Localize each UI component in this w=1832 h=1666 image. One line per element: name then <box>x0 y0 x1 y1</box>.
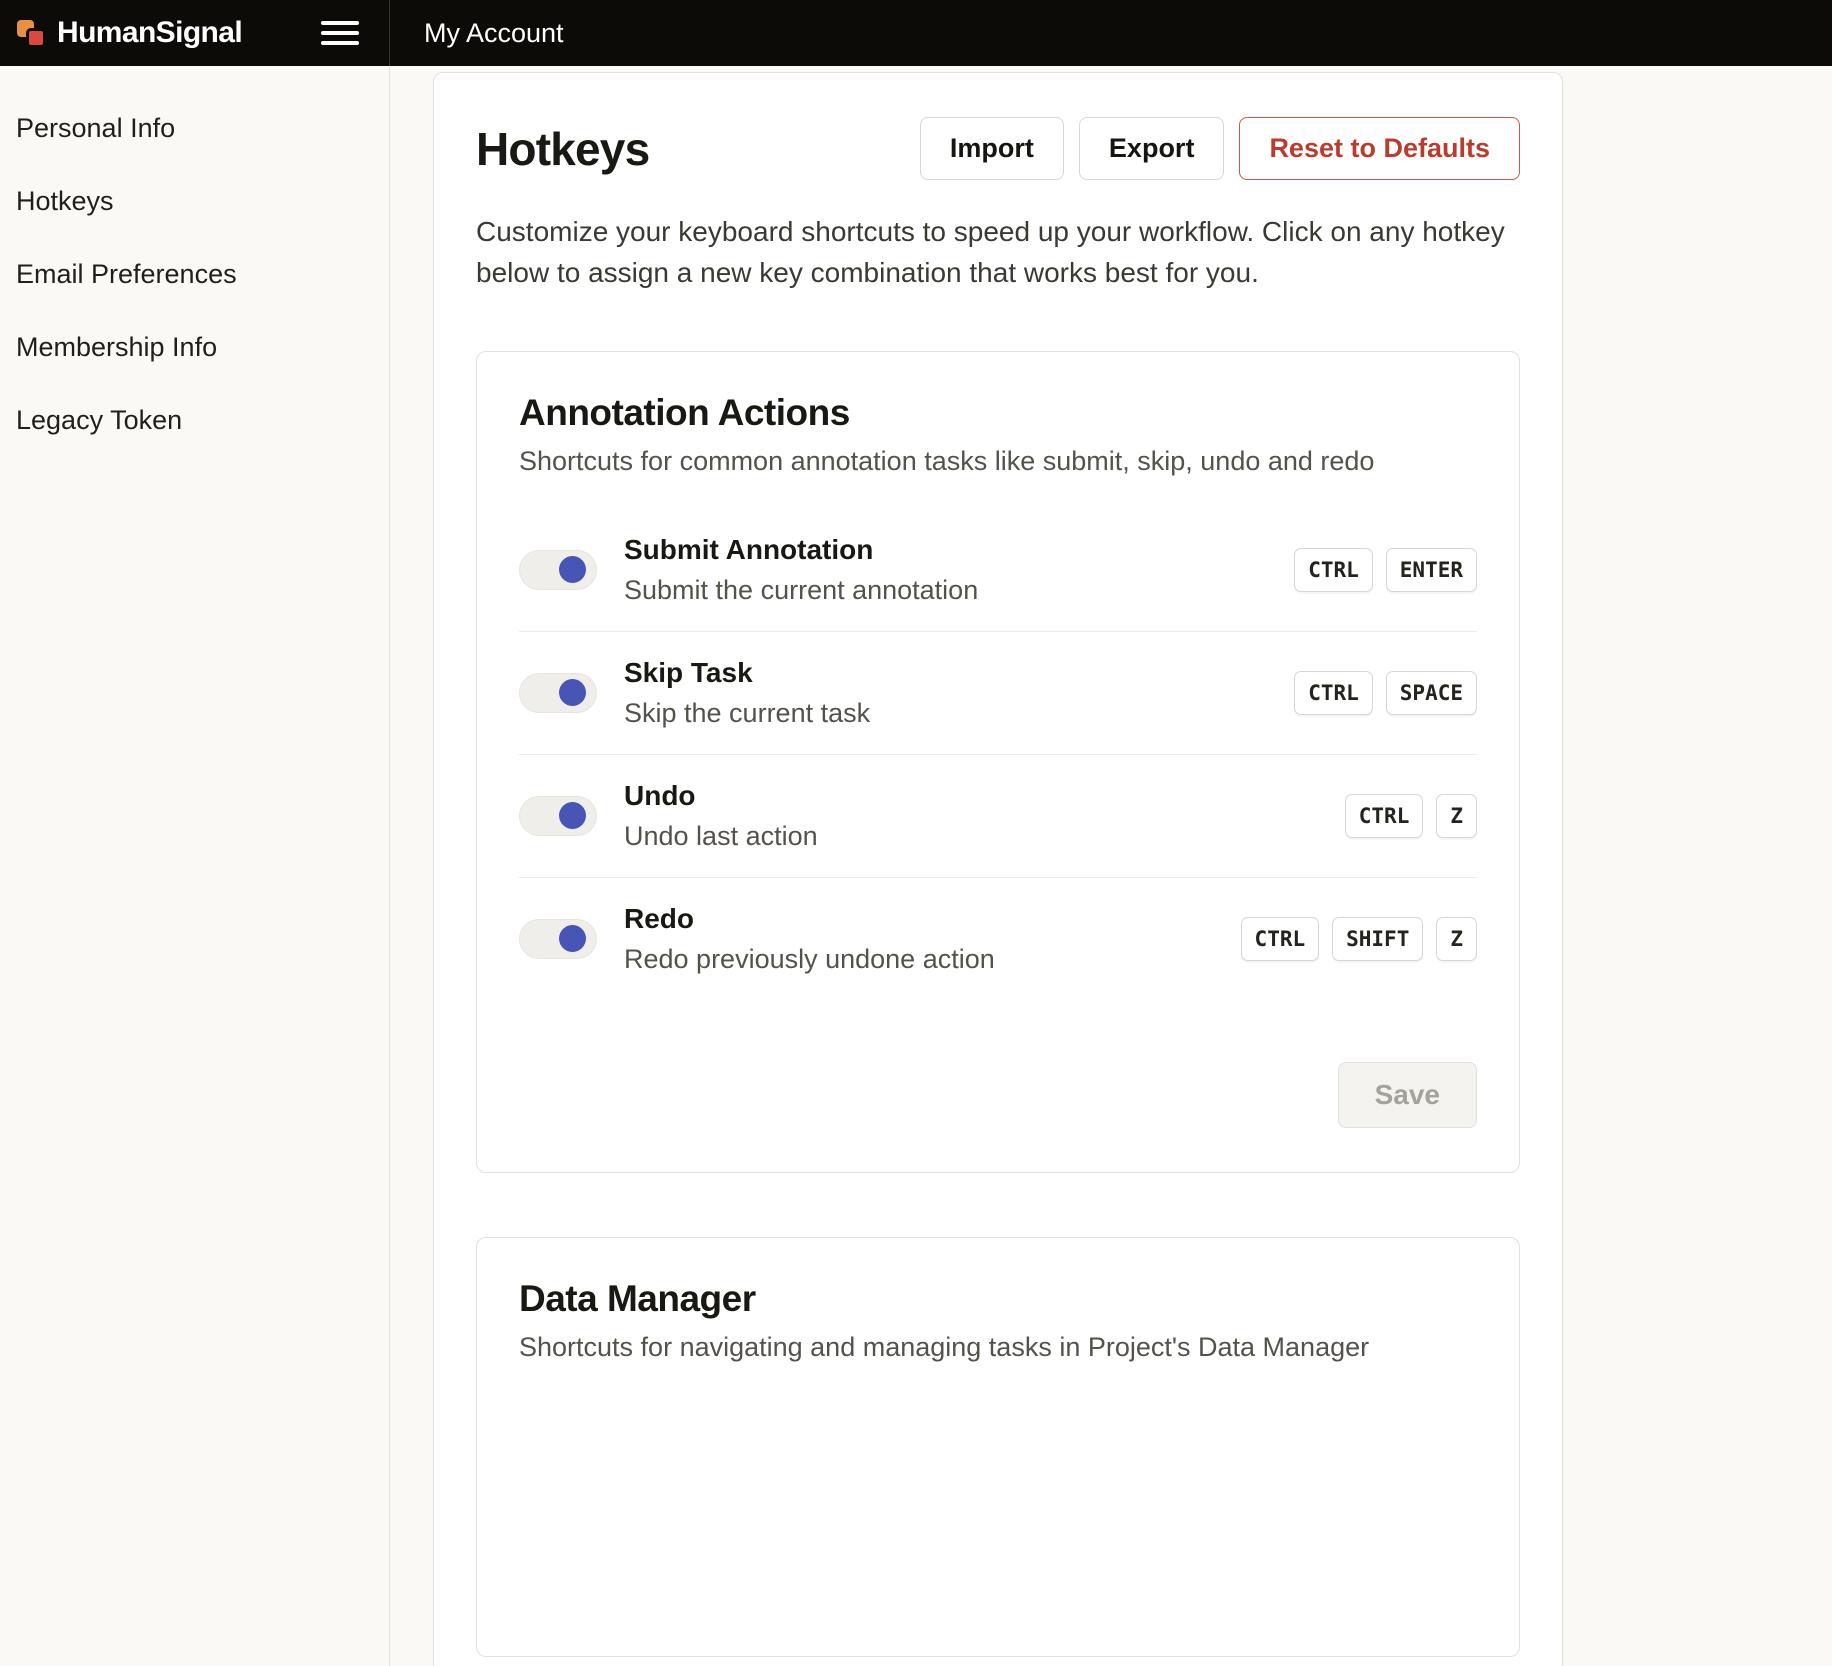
redo-toggle[interactable] <box>519 919 597 959</box>
sidebar-item-email-preferences[interactable]: Email Preferences <box>16 238 373 311</box>
hotkeys-description: Customize your keyboard shortcuts to spe… <box>476 212 1520 293</box>
sidebar-item-personal-info[interactable]: Personal Info <box>16 92 373 165</box>
submit-annotation-toggle[interactable] <box>519 550 597 590</box>
hotkey-keycap[interactable]: Z <box>1436 917 1477 961</box>
sidebar-item-hotkeys[interactable]: Hotkeys <box>16 165 373 238</box>
hotkey-description: Redo previously undone action <box>624 944 1241 975</box>
import-button[interactable]: Import <box>920 117 1064 180</box>
hotkeys-header: Hotkeys Import Export Reset to Defaults <box>476 117 1520 180</box>
save-button[interactable]: Save <box>1338 1062 1477 1128</box>
annotation-actions-title: Annotation Actions <box>519 392 1477 434</box>
annotation-actions-card: Annotation Actions Shortcuts for common … <box>476 351 1520 1173</box>
hotkey-keycap[interactable]: ENTER <box>1386 548 1477 592</box>
hotkey-keycap[interactable]: SHIFT <box>1332 917 1423 961</box>
sidebar-item-membership-info[interactable]: Membership Info <box>16 311 373 384</box>
skip-task-toggle[interactable] <box>519 673 597 713</box>
hotkeys-panel: Hotkeys Import Export Reset to Defaults … <box>433 72 1563 1666</box>
toggle-knob <box>559 679 586 706</box>
hotkey-keys: CTRL SPACE <box>1294 671 1477 715</box>
brand[interactable]: HumanSignal <box>16 16 242 50</box>
page-title: My Account <box>424 18 564 49</box>
hotkey-keys: CTRL ENTER <box>1294 548 1477 592</box>
hotkey-keycap[interactable]: CTRL <box>1294 671 1373 715</box>
hotkeys-actions: Import Export Reset to Defaults <box>920 117 1520 180</box>
topbar: HumanSignal My Account <box>0 0 1832 66</box>
data-manager-card: Data Manager Shortcuts for navigating an… <box>476 1237 1520 1657</box>
hotkey-row-redo: Redo Redo previously undone action CTRL … <box>519 877 1477 1000</box>
data-manager-subtitle: Shortcuts for navigating and managing ta… <box>519 1332 1477 1363</box>
hotkey-title: Submit Annotation <box>624 534 1294 566</box>
brand-name: HumanSignal <box>57 16 242 50</box>
export-button[interactable]: Export <box>1079 117 1225 180</box>
hotkey-keycap[interactable]: CTRL <box>1345 794 1424 838</box>
sidebar: Personal Info Hotkeys Email Preferences … <box>0 66 390 1666</box>
main-content: Hotkeys Import Export Reset to Defaults … <box>390 66 1832 1666</box>
humansignal-logo-icon <box>16 17 48 49</box>
hotkey-keys: CTRL Z <box>1345 794 1477 838</box>
toggle-knob <box>559 925 586 952</box>
undo-toggle[interactable] <box>519 796 597 836</box>
hotkey-description: Submit the current annotation <box>624 575 1294 606</box>
toggle-knob <box>559 802 586 829</box>
hotkey-keycap[interactable]: CTRL <box>1241 917 1320 961</box>
hotkey-description: Skip the current task <box>624 698 1294 729</box>
hotkeys-title: Hotkeys <box>476 122 649 176</box>
reset-to-defaults-button[interactable]: Reset to Defaults <box>1239 117 1520 180</box>
menu-icon[interactable] <box>321 18 359 48</box>
hotkey-keys: CTRL SHIFT Z <box>1241 917 1477 961</box>
hotkey-description: Undo last action <box>624 821 1345 852</box>
sidebar-item-legacy-token[interactable]: Legacy Token <box>16 384 373 457</box>
hotkey-title: Undo <box>624 780 1345 812</box>
toggle-knob <box>559 556 586 583</box>
data-manager-title: Data Manager <box>519 1278 1477 1320</box>
hotkey-keycap[interactable]: SPACE <box>1386 671 1477 715</box>
hotkey-row-submit-annotation: Submit Annotation Submit the current ann… <box>519 509 1477 631</box>
layout: Personal Info Hotkeys Email Preferences … <box>0 0 1832 1666</box>
hotkey-row-undo: Undo Undo last action CTRL Z <box>519 754 1477 877</box>
hotkey-keycap[interactable]: CTRL <box>1294 548 1373 592</box>
topbar-brand-section: HumanSignal <box>0 0 390 66</box>
hotkey-row-skip-task: Skip Task Skip the current task CTRL SPA… <box>519 631 1477 754</box>
hotkey-keycap[interactable]: Z <box>1436 794 1477 838</box>
topbar-title-section: My Account <box>390 0 1832 66</box>
hotkey-title: Skip Task <box>624 657 1294 689</box>
annotation-actions-footer: Save <box>519 1062 1477 1128</box>
hotkey-rows: Submit Annotation Submit the current ann… <box>519 509 1477 1000</box>
hotkey-title: Redo <box>624 903 1241 935</box>
annotation-actions-subtitle: Shortcuts for common annotation tasks li… <box>519 446 1477 477</box>
